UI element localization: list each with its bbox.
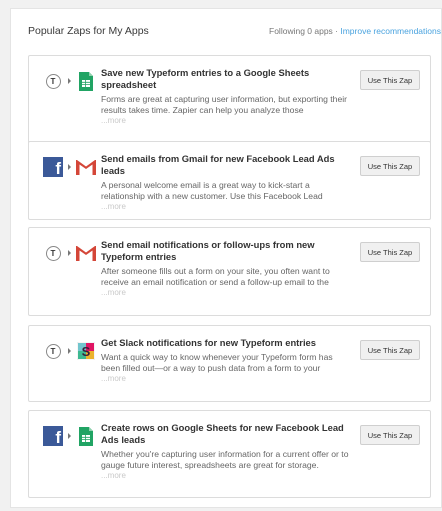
zap-title[interactable]: Create rows on Google Sheets for new Fac… — [101, 422, 350, 446]
improve-recommendations-link[interactable]: Improve recommendations — [340, 26, 441, 36]
popular-zaps-panel: Popular Zaps for My Apps Following 0 app… — [10, 8, 442, 508]
use-this-zap-button[interactable]: Use This Zap — [360, 425, 420, 445]
gmail-icon — [75, 242, 97, 264]
zap-content: Send email notifications or follow-ups f… — [101, 239, 350, 298]
arrow-right-icon — [68, 348, 71, 354]
more-link[interactable]: ...more — [101, 202, 350, 212]
zap-title[interactable]: Get Slack notifications for new Typeform… — [101, 337, 350, 349]
zap-app-icons: T — [42, 70, 97, 92]
google-sheets-icon — [75, 425, 97, 447]
svg-text:S: S — [82, 344, 91, 359]
zap-title[interactable]: Send email notifications or follow-ups f… — [101, 239, 350, 263]
zap-card: T Send email notifications or follow-ups… — [28, 227, 431, 316]
zap-content: Get Slack notifications for new Typeform… — [101, 337, 350, 384]
panel-header: Popular Zaps for My Apps Following 0 app… — [28, 22, 441, 40]
arrow-right-icon — [68, 433, 71, 439]
google-sheets-icon — [75, 70, 97, 92]
more-link[interactable]: ...more — [101, 471, 350, 481]
zap-title[interactable]: Send emails from Gmail for new Facebook … — [101, 153, 350, 177]
zap-content: Send emails from Gmail for new Facebook … — [101, 153, 350, 212]
facebook-icon: f — [42, 425, 64, 447]
zap-description: After someone fills out a form on your s… — [101, 266, 330, 287]
zap-content: Create rows on Google Sheets for new Fac… — [101, 422, 350, 481]
panel-title: Popular Zaps for My Apps — [28, 25, 149, 37]
arrow-right-icon — [68, 250, 71, 256]
following-status: Following 0 apps · Improve recommendatio… — [269, 26, 441, 36]
more-link[interactable]: ...more — [101, 116, 350, 126]
gmail-icon — [75, 156, 97, 178]
facebook-icon: f — [42, 156, 64, 178]
zap-card: T S Get Slack notifications for new Type… — [28, 325, 431, 402]
following-count: Following 0 apps · — [269, 26, 341, 36]
typeform-icon: T — [42, 70, 64, 92]
zap-title[interactable]: Save new Typeform entries to a Google Sh… — [101, 67, 350, 91]
zap-app-icons: T S — [42, 340, 97, 362]
typeform-icon: T — [42, 242, 64, 264]
arrow-right-icon — [68, 164, 71, 170]
arrow-right-icon — [68, 78, 71, 84]
typeform-icon: T — [42, 340, 64, 362]
zap-card: T Save new Typeform entries to a Google … — [28, 55, 431, 144]
more-link[interactable]: ...more — [101, 288, 350, 298]
zap-description: A personal welcome email is a great way … — [101, 180, 323, 201]
use-this-zap-button[interactable]: Use This Zap — [360, 156, 420, 176]
zap-description: Forms are great at capturing user inform… — [101, 94, 347, 115]
zap-app-icons: f — [42, 425, 97, 447]
use-this-zap-button[interactable]: Use This Zap — [360, 340, 420, 360]
use-this-zap-button[interactable]: Use This Zap — [360, 70, 420, 90]
zap-content: Save new Typeform entries to a Google Sh… — [101, 67, 350, 126]
zap-app-icons: f — [42, 156, 97, 178]
zap-description: Whether you're capturing user informatio… — [101, 449, 349, 470]
slack-icon: S — [75, 340, 97, 362]
zap-description: Want a quick way to know whenever your T… — [101, 352, 333, 373]
more-link[interactable]: ...more — [101, 374, 350, 384]
zap-app-icons: T — [42, 242, 97, 264]
use-this-zap-button[interactable]: Use This Zap — [360, 242, 420, 262]
zap-card: f Create rows on Google Sheets for new F… — [28, 410, 431, 498]
zap-card: f Send emails from Gmail for new Faceboo… — [28, 141, 431, 220]
